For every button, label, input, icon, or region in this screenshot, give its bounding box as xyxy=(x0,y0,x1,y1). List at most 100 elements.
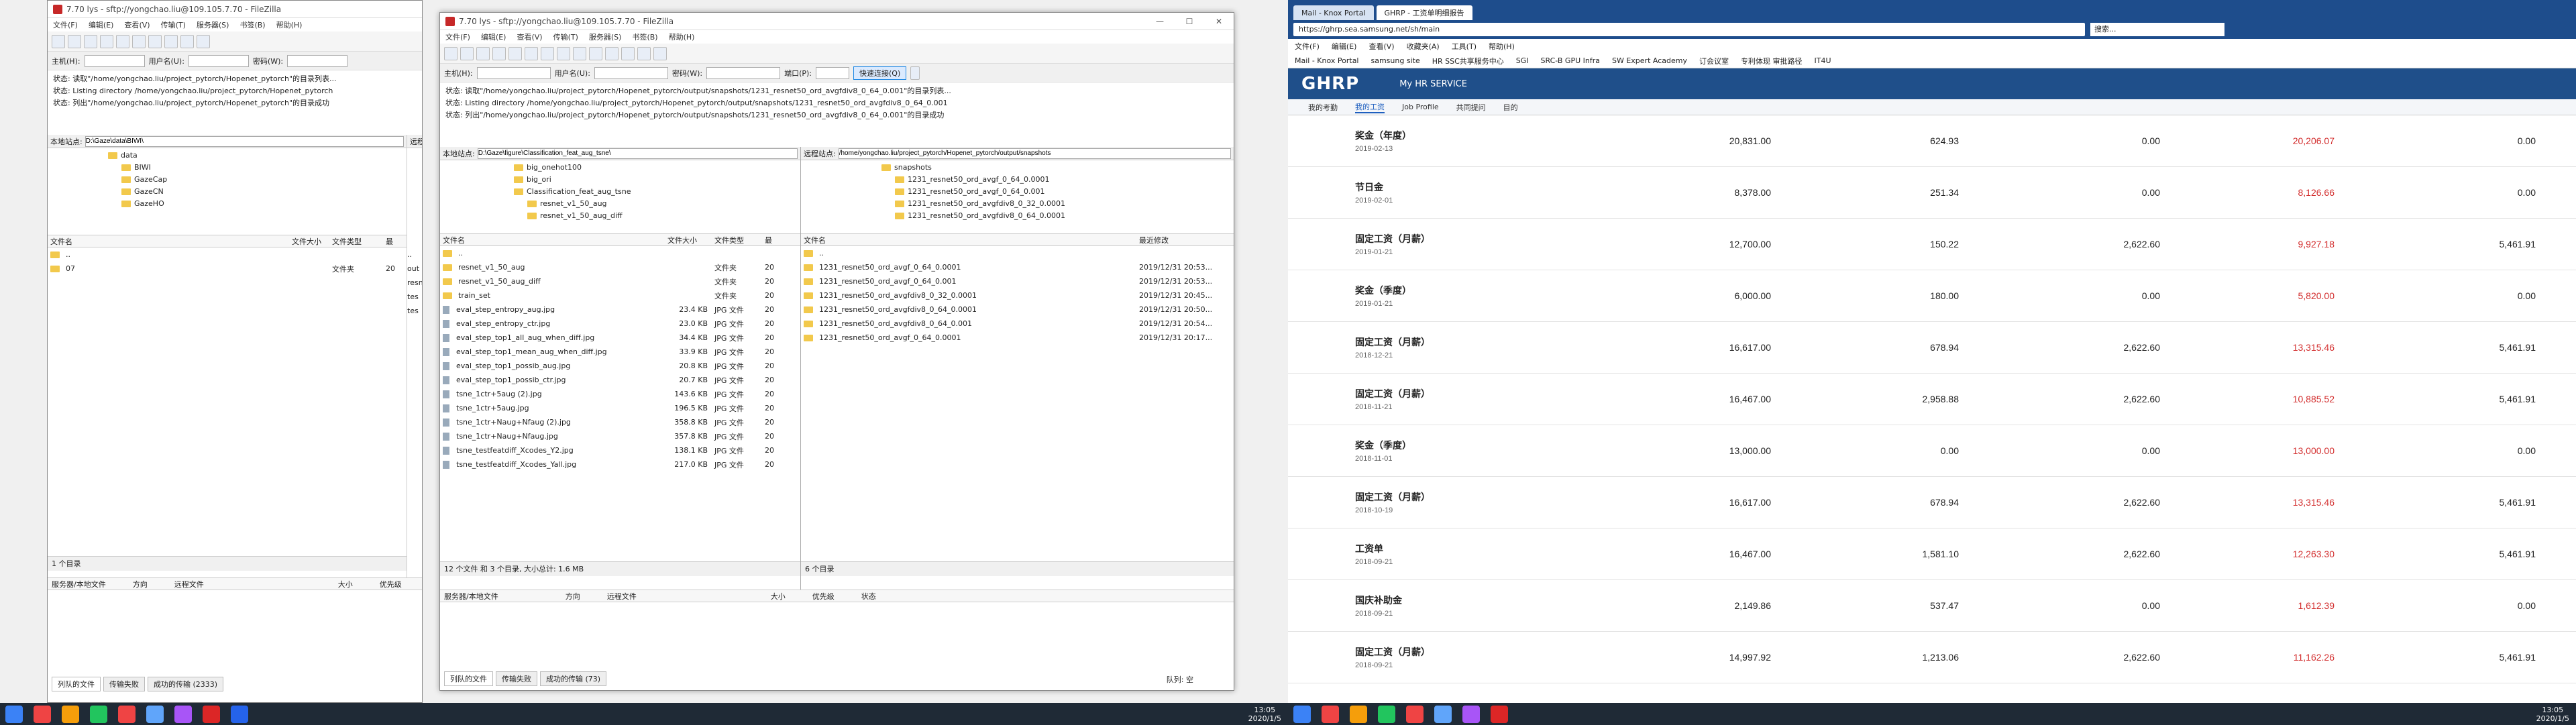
site-manager-icon[interactable] xyxy=(444,46,458,60)
list-item[interactable]: .. xyxy=(440,246,800,260)
list-item[interactable]: resnet_v1_50_aug 文件夹 20 xyxy=(440,260,800,274)
menu-transfer[interactable]: 传输(T) xyxy=(161,19,186,30)
app-icon[interactable] xyxy=(90,705,107,723)
host-input[interactable] xyxy=(476,66,551,79)
app-icon[interactable] xyxy=(1350,705,1367,723)
table-row[interactable]: 工资单 2018-09-21 16,467.00 1,581.10 2,622.60 12… xyxy=(1288,528,2576,580)
menu-server[interactable]: 服务器(S) xyxy=(589,32,622,42)
col-name[interactable]: 文件名 xyxy=(48,236,289,247)
list-item[interactable]: tsne_1ctr+Naug+Nfaug.jpg 357.8 KB JPG 文件 20 xyxy=(440,429,800,443)
col-modified[interactable]: 最近修改 xyxy=(1136,235,1230,245)
nav-target[interactable]: 目的 xyxy=(1503,102,1518,113)
tree-item[interactable]: GazeHO xyxy=(108,198,404,210)
tab-failed[interactable]: 传输失败 xyxy=(103,677,145,691)
table-row[interactable]: 节日金 2019-02-01 8,378.00 251.34 0.00 8,126.66 0… xyxy=(1288,167,2576,219)
tree-item[interactable]: resnet_v1_50_aug_diff xyxy=(514,210,798,222)
app-icon[interactable] xyxy=(1378,705,1395,723)
table-row[interactable]: 固定工资（月薪） 2018-12-21 16,617.00 678.94 2,622.6… xyxy=(1288,322,2576,374)
list-item[interactable]: 1231_resnet50_ord_avgf_0_64_0.001 2019/12… xyxy=(801,274,1234,288)
app-icon[interactable] xyxy=(146,705,164,723)
toggle-tree-icon[interactable] xyxy=(84,34,97,48)
tree-item[interactable]: big_onehot100 xyxy=(514,162,798,174)
menu-bookmarks[interactable]: 书签(B) xyxy=(632,32,657,42)
reconnect-icon[interactable] xyxy=(589,46,602,60)
list-item[interactable]: eval_step_entropy_ctr.jpg 23.0 KB JPG 文件 20 xyxy=(440,317,800,331)
col-date[interactable]: 最 xyxy=(383,236,403,247)
app-icon[interactable] xyxy=(1491,705,1508,723)
list-item[interactable]: eval_step_top1_possib_aug.jpg 20.8 KB JPG … xyxy=(440,359,800,373)
pass-input[interactable] xyxy=(287,54,348,67)
toggle-log-icon[interactable] xyxy=(460,46,474,60)
tree-item[interactable]: 1231_resnet50_ord_avgfdiv8_0_64_0.0001 xyxy=(881,210,1231,222)
menu-transfer[interactable]: 传输(T) xyxy=(553,32,578,42)
app-icon[interactable] xyxy=(1462,705,1480,723)
list-item[interactable]: eval_step_entropy_aug.jpg 23.4 KB JPG 文件 20 xyxy=(440,302,800,317)
toggle-queue-icon[interactable] xyxy=(508,46,522,60)
col-type[interactable]: 文件类型 xyxy=(712,235,762,245)
app-icon[interactable] xyxy=(231,705,248,723)
compare-icon[interactable] xyxy=(621,46,635,60)
app-icon[interactable] xyxy=(1322,705,1339,723)
fav-link[interactable]: HR SSC共享服务中心 xyxy=(1432,56,1504,66)
list-item[interactable]: train_set 文件夹 20 xyxy=(440,288,800,302)
menu-view[interactable]: 查看(V) xyxy=(517,32,542,42)
nav-job-profile[interactable]: Job Profile xyxy=(1402,103,1439,111)
filter-icon[interactable] xyxy=(605,46,619,60)
tree-item[interactable]: Classification_feat_aug_tsne xyxy=(514,186,798,198)
list-item[interactable]: tsne_1ctr+5aug.jpg 196.5 KB JPG 文件 20 xyxy=(440,401,800,415)
list-item[interactable]: tsne_testfeatdiff_Xcodes_Yall.jpg 217.0 K… xyxy=(440,457,800,471)
app-icon[interactable] xyxy=(203,705,220,723)
cancel-icon[interactable] xyxy=(557,46,570,60)
list-item[interactable]: resnet_v1_50_aug_diff 文件夹 20 xyxy=(440,274,800,288)
fav-link[interactable]: SRC-B GPU Infra xyxy=(1541,56,1600,65)
nav-attendance[interactable]: 我的考勤 xyxy=(1308,102,1338,113)
list-item[interactable]: tsne_1ctr+Naug+Nfaug (2).jpg 358.8 KB JPG … xyxy=(440,415,800,429)
nav-salary[interactable]: 我的工资 xyxy=(1355,101,1385,113)
table-row[interactable]: 奖金（季度） 2019-01-21 6,000.00 180.00 0.00 5,820.… xyxy=(1288,270,2576,322)
list-item[interactable]: 1231_resnet50_ord_avgfdiv8_0_64_0.001 201… xyxy=(801,317,1234,331)
col-name[interactable]: 文件名 xyxy=(440,235,665,245)
nav-common[interactable]: 共同提问 xyxy=(1456,102,1486,113)
toggle-log-icon[interactable] xyxy=(68,34,81,48)
menu-bookmarks[interactable]: 书签(B) xyxy=(239,19,265,30)
menu-file[interactable]: 文件(F) xyxy=(445,32,470,42)
disconnect-icon[interactable] xyxy=(573,46,586,60)
menu-file[interactable]: 文件(F) xyxy=(1295,41,1320,52)
list-item[interactable]: .. xyxy=(48,247,407,262)
table-row[interactable]: 国庆补助金 2018-09-21 2,149.86 537.47 0.00 1,612.3… xyxy=(1288,580,2576,632)
tree-item[interactable]: 1231_resnet50_ord_avgf_0_64_0.0001 xyxy=(881,174,1231,186)
clock[interactable]: 13:05 2020/1/5 xyxy=(1242,706,1288,723)
quickconnect-button[interactable]: 快速连接(Q) xyxy=(853,66,907,80)
tab-queued[interactable]: 列队的文件 xyxy=(52,677,101,691)
tree-item[interactable]: data xyxy=(108,150,404,162)
menu-server[interactable]: 服务器(S) xyxy=(197,19,229,30)
search-icon[interactable] xyxy=(653,46,667,60)
app-icon[interactable] xyxy=(1434,705,1452,723)
browser-search-input[interactable]: 搜索... xyxy=(2090,23,2224,36)
table-row[interactable]: 奖金（季度） 2018-11-01 13,000.00 0.00 0.00 13,000.… xyxy=(1288,425,2576,477)
table-row[interactable]: 奖金（年度） 2019-02-13 20,831.00 624.93 0.00 20,20… xyxy=(1288,115,2576,167)
fav-link[interactable]: Mail - Knox Portal xyxy=(1295,56,1359,65)
menu-edit[interactable]: 编辑(E) xyxy=(89,19,114,30)
app-icon[interactable] xyxy=(118,705,136,723)
url-field[interactable]: https://ghrp.sea.samsung.net/sh/main xyxy=(1293,23,2085,36)
clock[interactable]: 13:05 2020/1/5 xyxy=(2530,706,2576,723)
tree-item[interactable]: 1231_resnet50_ord_avgfdiv8_0_32_0.0001 xyxy=(881,198,1231,210)
disconnect-icon[interactable] xyxy=(148,34,162,48)
col-size[interactable]: 文件大小 xyxy=(665,235,712,245)
refresh-icon[interactable] xyxy=(525,46,538,60)
tree-item[interactable]: GazeCap xyxy=(108,174,404,186)
site-manager-icon[interactable] xyxy=(52,34,65,48)
menu-edit[interactable]: 编辑(E) xyxy=(1332,41,1357,52)
maximize-icon[interactable]: ☐ xyxy=(1175,17,1204,26)
col-size[interactable]: 文件大小 xyxy=(289,236,329,247)
list-item[interactable]: .. xyxy=(801,246,1234,260)
ghrp-logo[interactable]: GHRP xyxy=(1301,74,1359,94)
tree-item[interactable]: big_ori xyxy=(514,174,798,186)
start-icon[interactable] xyxy=(5,705,23,723)
fav-link[interactable]: SGI xyxy=(1516,56,1529,65)
fav-link[interactable]: 订会议室 xyxy=(1699,56,1729,66)
app-icon[interactable] xyxy=(62,705,79,723)
list-item[interactable]: 1231_resnet50_ord_avgfdiv8_0_32_0.0001 20… xyxy=(801,288,1234,302)
col-type[interactable]: 文件类型 xyxy=(329,236,383,247)
